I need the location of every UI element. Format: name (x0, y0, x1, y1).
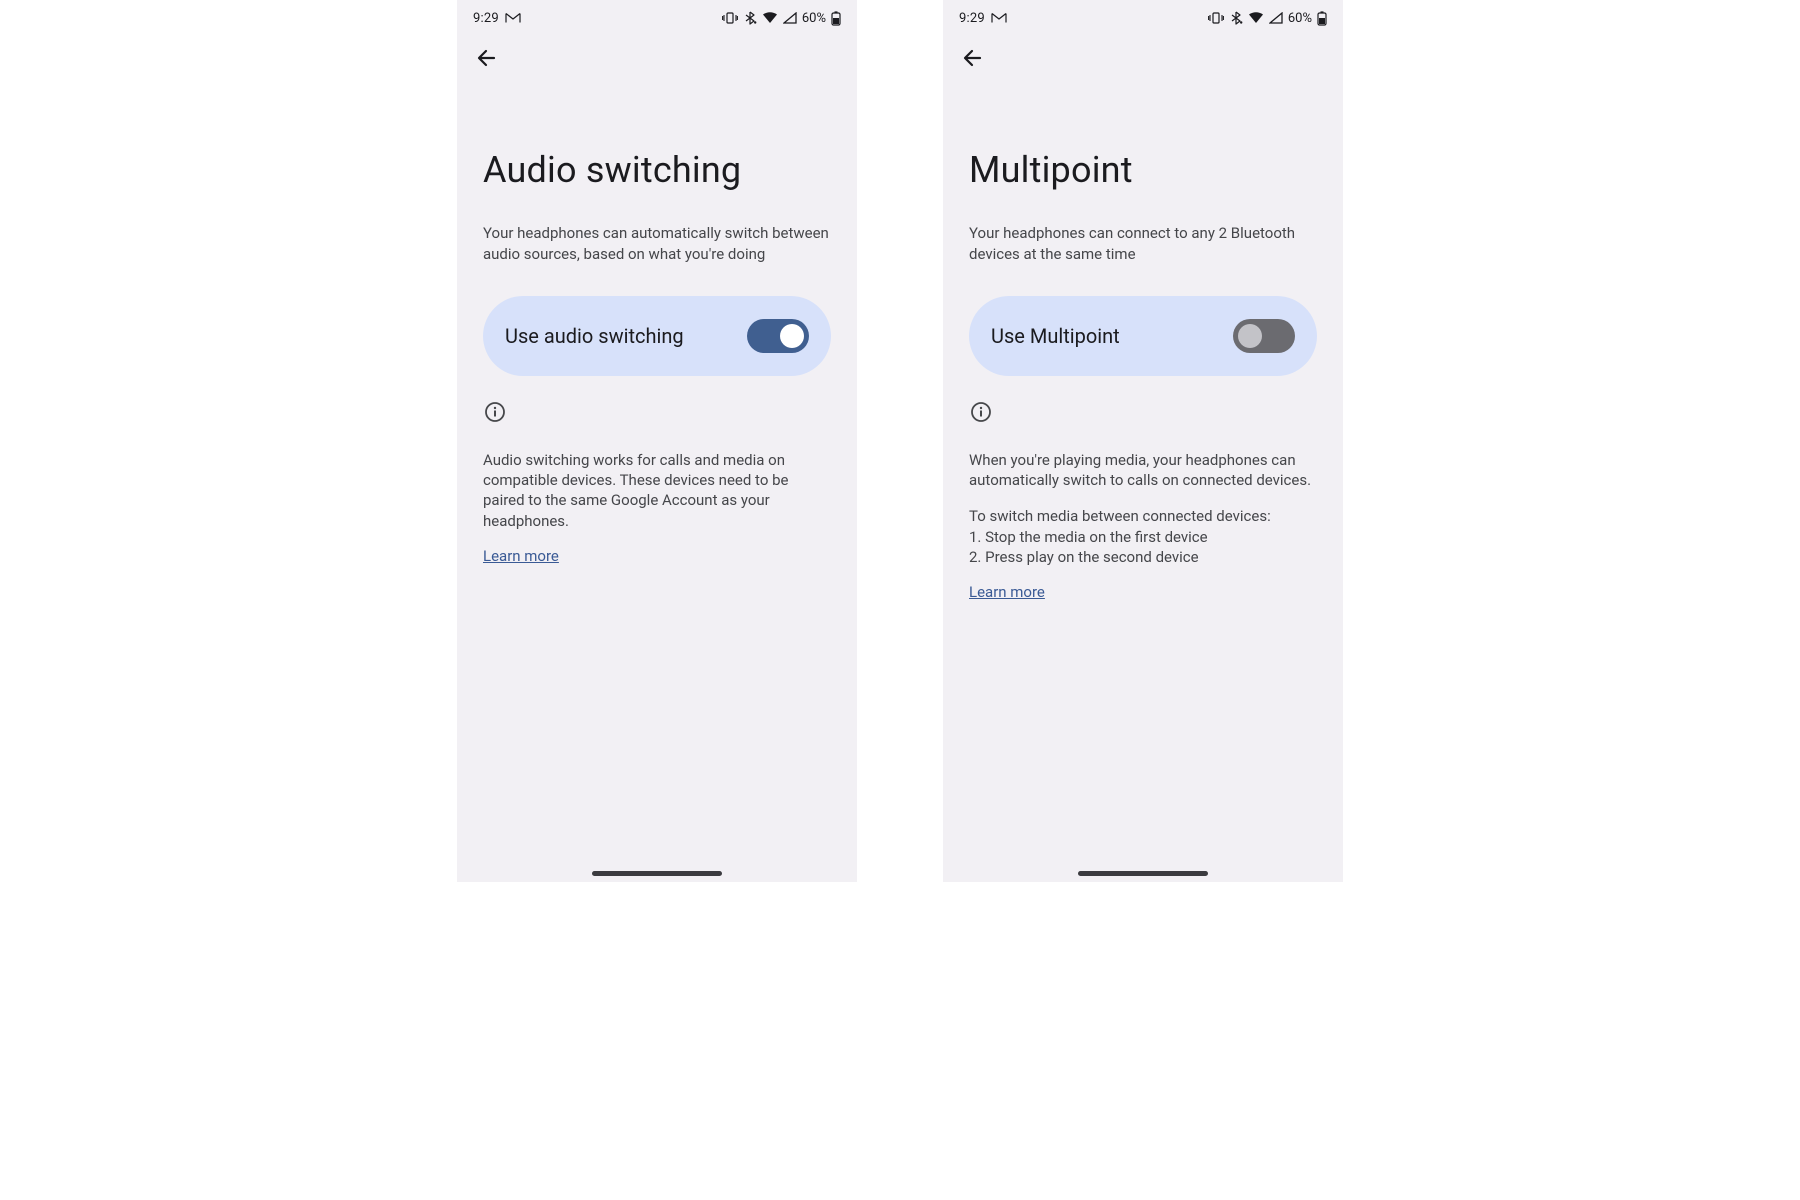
switch-knob (1238, 324, 1262, 348)
wifi-icon (762, 12, 778, 24)
cell-signal-icon (1269, 12, 1283, 24)
vibrate-icon (1208, 11, 1224, 25)
wifi-icon (1248, 12, 1264, 24)
back-button[interactable] (953, 40, 993, 80)
page-title: Audio switching (483, 150, 831, 191)
phone-frame-right: 9:29 60% (943, 0, 1343, 882)
bluetooth-connected-icon (1229, 11, 1243, 25)
arrow-back-icon (961, 46, 985, 74)
content-area: Multipoint Your headphones can connect t… (943, 84, 1343, 882)
status-clock: 9:29 (959, 11, 985, 26)
toggle-switch[interactable] (747, 319, 809, 353)
back-button[interactable] (467, 40, 507, 80)
cell-signal-icon (783, 12, 797, 24)
page-title: Multipoint (969, 150, 1317, 191)
switch-knob (780, 324, 804, 348)
gesture-nav-pill[interactable] (1078, 871, 1208, 876)
page-subtitle: Your headphones can connect to any 2 Blu… (969, 223, 1317, 264)
bluetooth-connected-icon (743, 11, 757, 25)
gesture-nav-pill[interactable] (592, 871, 722, 876)
primary-toggle-card[interactable]: Use audio switching (483, 296, 831, 376)
vibrate-icon (722, 11, 738, 25)
toggle-label: Use audio switching (505, 324, 684, 348)
battery-icon (831, 11, 841, 26)
battery-percent: 60% (802, 11, 826, 26)
gmail-icon (505, 12, 521, 24)
info-icon (483, 400, 831, 428)
learn-more-link[interactable]: Learn more (969, 583, 1045, 601)
status-bar: 9:29 60% (943, 0, 1343, 36)
info-icon (969, 400, 1317, 428)
status-clock: 9:29 (473, 11, 499, 26)
toggle-switch[interactable] (1233, 319, 1295, 353)
toggle-label: Use Multipoint (991, 324, 1120, 348)
primary-toggle-card[interactable]: Use Multipoint (969, 296, 1317, 376)
gmail-icon (991, 12, 1007, 24)
battery-icon (1317, 11, 1327, 26)
app-bar (943, 36, 1343, 84)
stage: 9:29 60% (0, 0, 1800, 1200)
battery-percent: 60% (1288, 11, 1312, 26)
content-area: Audio switching Your headphones can auto… (457, 84, 857, 882)
arrow-back-icon (475, 46, 499, 74)
info-text: When you're playing media, your headphon… (969, 450, 1317, 567)
app-bar (457, 36, 857, 84)
status-bar: 9:29 60% (457, 0, 857, 36)
page-subtitle: Your headphones can automatically switch… (483, 223, 831, 264)
info-text: Audio switching works for calls and medi… (483, 450, 831, 531)
learn-more-link[interactable]: Learn more (483, 547, 559, 565)
phone-frame-left: 9:29 60% (457, 0, 857, 882)
